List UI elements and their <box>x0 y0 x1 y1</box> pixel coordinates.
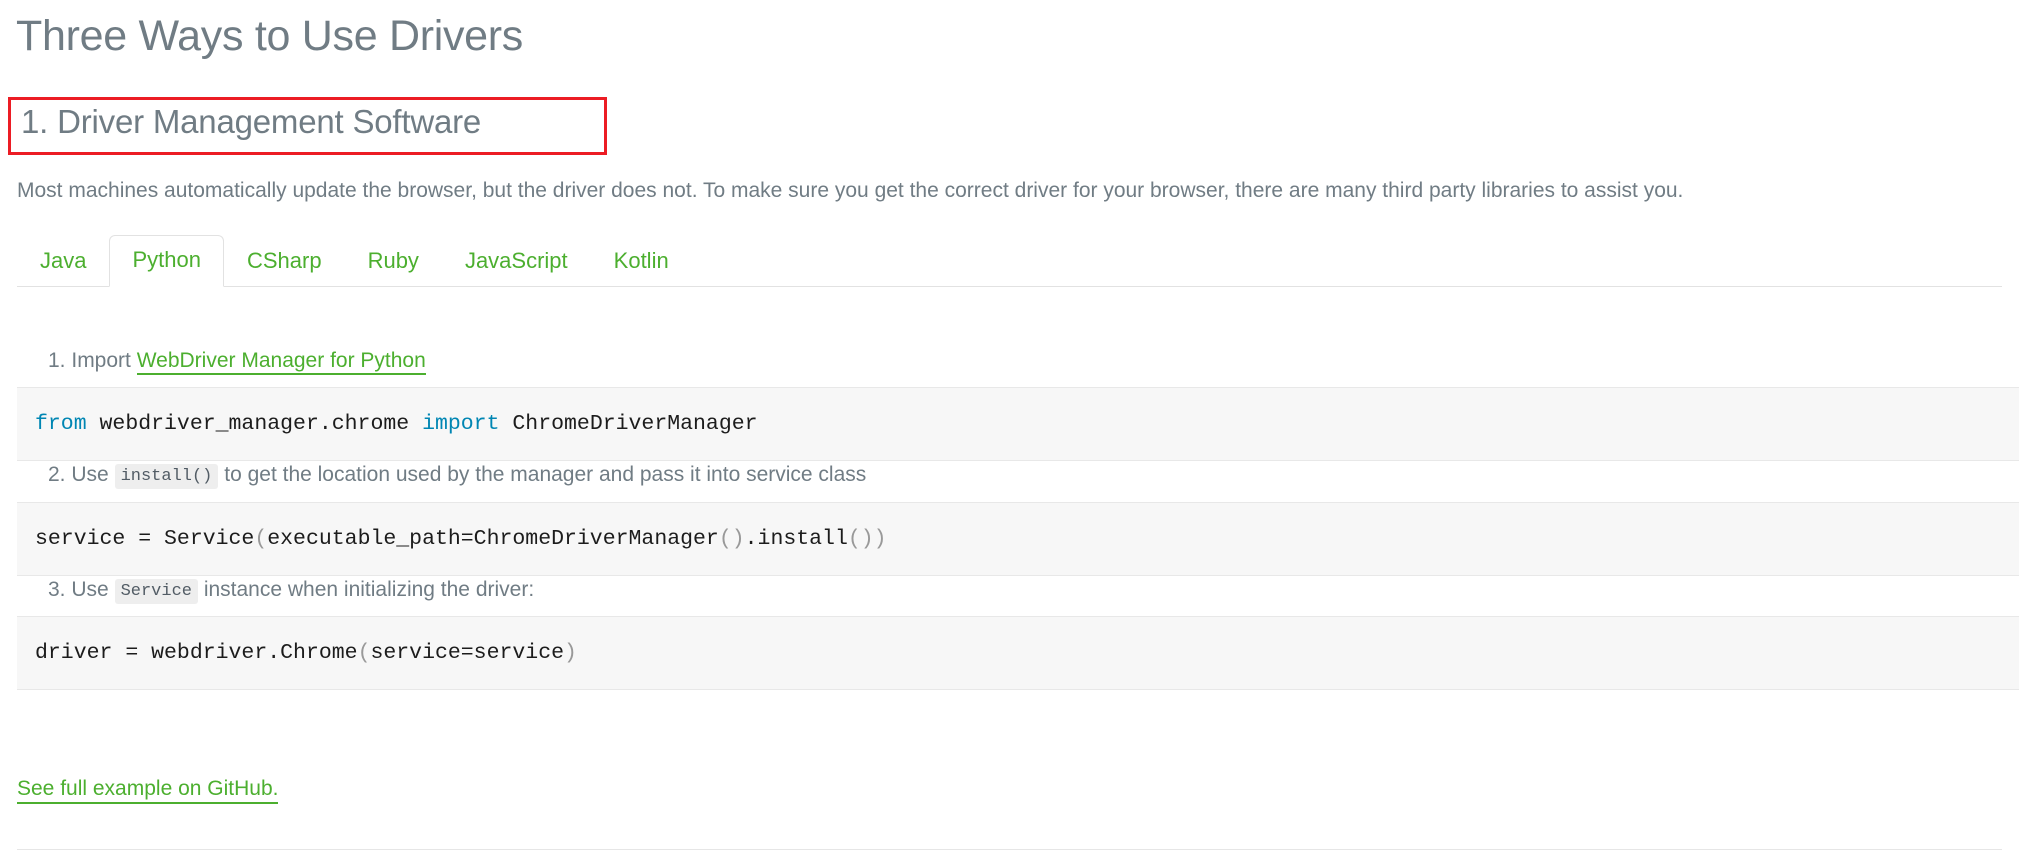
inline-code-install: install() <box>114 464 219 489</box>
step-3-prefix: Use <box>71 578 109 601</box>
section-heading-highlight-box: 1. Driver Management Software <box>8 97 607 155</box>
step-item-1: 1. Import WebDriver Manager for Python <box>48 346 426 375</box>
inline-code-service: Service <box>114 579 198 604</box>
intro-paragraph: Most machines automatically update the b… <box>17 179 1684 202</box>
keyword-import: import <box>422 412 500 436</box>
github-example-link[interactable]: See full example on GitHub. <box>17 777 279 804</box>
tab-javascript[interactable]: JavaScript <box>442 236 591 287</box>
step-3-suffix: instance when initializing the driver: <box>203 578 535 601</box>
step-2-number: 2. <box>48 463 66 486</box>
code-block-service-content: service = Service(executable_path=Chrome… <box>17 527 887 551</box>
step-2-prefix: Use <box>71 463 109 486</box>
step-1-prefix: Import <box>71 349 131 372</box>
code-block-service: service = Service(executable_path=Chrome… <box>17 502 2019 576</box>
code-block-import: from webdriver_manager.chrome import Chr… <box>17 387 2019 461</box>
paren-open-2: ( <box>357 641 371 665</box>
code-block-import-content: from webdriver_manager.chrome import Chr… <box>17 412 758 436</box>
code-block-driver-content: driver = webdriver.Chrome(service=servic… <box>17 641 577 665</box>
install-call: install <box>757 527 848 551</box>
tab-java[interactable]: Java <box>17 236 109 287</box>
driver-assignment: driver = webdriver.Chrome <box>35 641 358 665</box>
tab-python[interactable]: Python <box>109 234 224 287</box>
code-block-driver: driver = webdriver.Chrome(service=servic… <box>17 616 2019 690</box>
tab-ruby[interactable]: Ruby <box>345 236 442 287</box>
tab-kotlin[interactable]: Kotlin <box>591 236 692 287</box>
step-3-number: 3. <box>48 578 66 601</box>
imported-symbol: ChromeDriverManager <box>499 412 758 436</box>
step-1-number: 1. <box>48 349 66 372</box>
tab-csharp[interactable]: CSharp <box>224 236 345 287</box>
executable-path-arg: executable_path=ChromeDriverManager <box>267 527 719 551</box>
documentation-page: Three Ways to Use Drivers 1. Driver Mana… <box>0 0 2019 858</box>
bottom-divider <box>17 849 2002 850</box>
module-path: webdriver_manager.chrome <box>86 412 423 436</box>
step-2-suffix: to get the location used by the manager … <box>224 463 867 486</box>
paren-close-2: ) <box>564 641 577 665</box>
step-item-3: 3. Use Service instance when initializin… <box>48 575 534 604</box>
page-title: Three Ways to Use Drivers <box>16 12 524 60</box>
language-tab-bar: Java Python CSharp Ruby JavaScript Kotli… <box>17 229 2002 287</box>
section-heading: 1. Driver Management Software <box>21 103 482 140</box>
paren-close-group: ()) <box>847 527 887 551</box>
keyword-from: from <box>35 412 87 436</box>
paren-pair-1: () <box>718 527 745 551</box>
service-kwarg: service=service <box>370 641 565 665</box>
service-assignment: service = Service <box>35 527 255 551</box>
step-item-2: 2. Use install() to get the location use… <box>48 460 866 489</box>
webdriver-manager-link[interactable]: WebDriver Manager for Python <box>136 349 426 375</box>
paren-open-1: ( <box>254 527 268 551</box>
dot-separator: . <box>744 527 758 551</box>
